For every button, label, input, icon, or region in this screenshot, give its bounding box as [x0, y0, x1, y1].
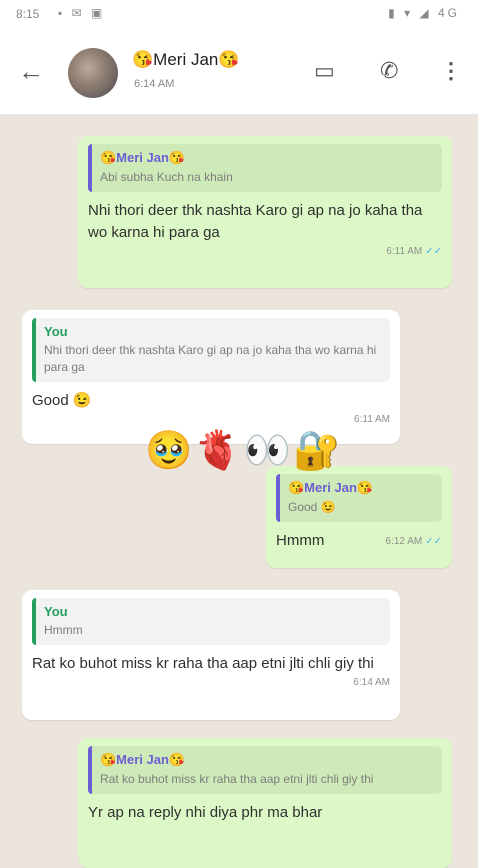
message-meta: 6:11 AM ✓✓ — [88, 246, 442, 257]
quoted-sender: You — [44, 324, 68, 339]
message-meta: 6:11 AM — [32, 414, 390, 425]
back-arrow-icon[interactable]: ← — [18, 56, 44, 87]
quoted-text: Good 😉 — [288, 500, 336, 514]
message-bubble-outgoing[interactable]: 😘Meri Jan😘 Rat ko buhot miss kr raha tha… — [78, 738, 452, 868]
message-bubble-incoming[interactable]: You Hmmm Rat ko buhot miss kr raha tha a… — [22, 590, 400, 720]
quoted-sender: 😘Meri Jan😘 — [100, 150, 186, 165]
lock-with-key-emoji-icon: 🔐 — [292, 428, 343, 472]
message-text: Hmmm — [276, 532, 325, 549]
notification-icons: ▪ ✉ ▣ — [58, 6, 106, 20]
message-list[interactable]: 😘Meri Jan😘 Abi subha Kuch na khain Nhi t… — [0, 114, 478, 868]
eyes-emoji-icon: 👀 — [243, 428, 293, 472]
message-time: 6:12 AM — [385, 536, 423, 547]
anatomical-heart-emoji-icon: 🫀 — [194, 428, 244, 472]
contact-name[interactable]: 😘Meri Jan😘 — [132, 50, 240, 70]
status-right-icons: ▮ ▾ ◢ 4G — [388, 6, 460, 20]
contact-avatar[interactable] — [68, 48, 118, 98]
message-bubble-incoming[interactable]: You Nhi thori deer thk nashta Karo gi ap… — [22, 310, 400, 444]
quoted-text: Nhi thori deer thk nashta Karo gi ap na … — [44, 343, 377, 374]
chat-header: ← 😘Meri Jan😘 6:14 AM ▭ ✆ ⋮ — [0, 28, 478, 115]
quoted-sender: You — [44, 604, 68, 619]
status-time: 8:15 — [16, 7, 40, 21]
message-time: 6:14 AM — [353, 677, 390, 688]
message-meta: 6:12 AM ✓✓ — [386, 536, 442, 547]
overflow-menu-icon[interactable]: ⋮ — [440, 58, 462, 84]
quoted-reply[interactable]: 😘Meri Jan😘 Abi subha Kuch na khain — [88, 144, 442, 192]
status-bar: 8:15 ▪ ✉ ▣ ▮ ▾ ◢ 4G — [0, 0, 478, 28]
emoji-sticker-overlay: 🥹🫀👀🔐 — [145, 428, 342, 473]
message-bubble-outgoing[interactable]: 😘Meri Jan😘 Good 😉 Hmmm 6:12 AM ✓✓ — [266, 466, 452, 568]
quoted-reply[interactable]: 😘Meri Jan😘 Rat ko buhot miss kr raha tha… — [88, 746, 442, 794]
quoted-reply[interactable]: You Nhi thori deer thk nashta Karo gi ap… — [32, 318, 390, 382]
read-ticks-icon: ✓✓ — [425, 536, 442, 547]
message-text: Yr ap na reply nhi diya phr ma bhar — [88, 804, 323, 821]
quoted-text: Rat ko buhot miss kr raha tha aap etni j… — [100, 772, 374, 786]
message-bubble-outgoing[interactable]: 😘Meri Jan😘 Abi subha Kuch na khain Nhi t… — [78, 136, 452, 288]
message-text: Good 😉 — [32, 392, 92, 409]
video-call-icon[interactable]: ▭ — [314, 58, 335, 84]
message-text: Rat ko buhot miss kr raha tha aap etni j… — [32, 655, 374, 672]
quoted-reply[interactable]: You Hmmm — [32, 598, 390, 645]
message-time: 6:11 AM — [354, 414, 390, 425]
quoted-text: Hmmm — [44, 623, 83, 637]
contact-last-seen: 6:14 AM — [134, 78, 175, 90]
pleading-face-emoji-icon: 🥹 — [145, 428, 195, 472]
read-ticks-icon: ✓✓ — [425, 246, 442, 257]
quoted-reply[interactable]: 😘Meri Jan😘 Good 😉 — [276, 474, 442, 522]
message-time: 6:11 AM — [386, 246, 423, 257]
quoted-sender: 😘Meri Jan😘 — [100, 752, 186, 767]
quoted-sender: 😘Meri Jan😘 — [288, 480, 374, 495]
message-meta: 6:14 AM — [32, 677, 390, 688]
message-text: Nhi thori deer thk nashta Karo gi ap na … — [88, 202, 423, 241]
voice-call-icon[interactable]: ✆ — [380, 58, 398, 84]
quoted-text: Abi subha Kuch na khain — [100, 170, 233, 184]
